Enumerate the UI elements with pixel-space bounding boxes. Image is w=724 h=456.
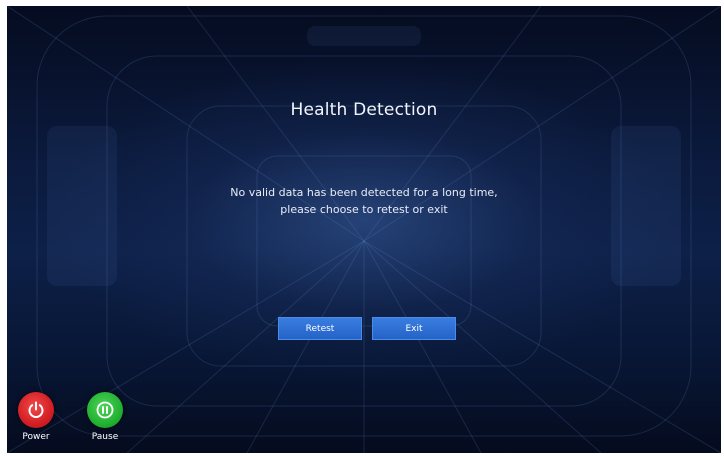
- power-icon: [28, 401, 44, 418]
- pause-label: Pause: [91, 432, 119, 442]
- pause-button[interactable]: [87, 392, 123, 428]
- exit-button[interactable]: Exit: [372, 317, 456, 340]
- dialog-title: Health Detection: [290, 100, 438, 120]
- dialog-message-line2: please choose to retest or exit: [280, 203, 448, 216]
- dialog-message-line1: No valid data has been detected for a lo…: [230, 186, 498, 199]
- power-label: Power: [22, 432, 50, 442]
- dialog-message: No valid data has been detected for a lo…: [7, 184, 721, 218]
- pause-control[interactable]: Pause: [83, 392, 127, 443]
- retest-button[interactable]: Retest: [278, 317, 362, 340]
- corridor-background: [7, 6, 721, 453]
- app-screen: Health Detection No valid data has been …: [7, 6, 721, 453]
- power-control[interactable]: Power: [14, 392, 58, 443]
- power-button[interactable]: [18, 392, 54, 428]
- pause-icon: [96, 401, 114, 419]
